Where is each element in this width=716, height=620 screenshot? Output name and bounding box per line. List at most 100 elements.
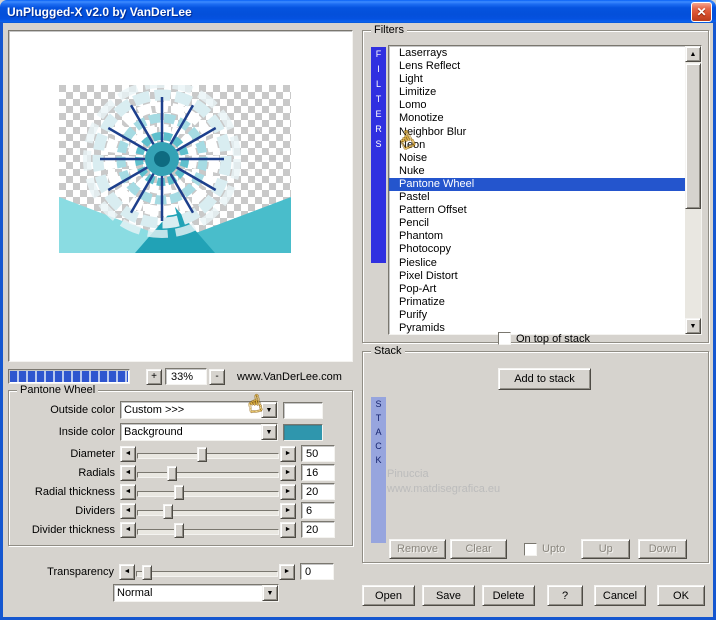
slider-thumb[interactable] bbox=[173, 484, 184, 500]
slider-thumb[interactable] bbox=[173, 522, 184, 538]
slider-inc-button[interactable]: ► bbox=[280, 521, 296, 538]
slider-label: Diameter bbox=[70, 447, 115, 460]
down-button[interactable]: Down bbox=[638, 539, 688, 559]
slider-value[interactable]: 20 bbox=[301, 483, 335, 500]
list-item[interactable]: Noise bbox=[389, 152, 685, 165]
list-item[interactable]: Light bbox=[389, 73, 685, 86]
window-border-left bbox=[0, 22, 3, 620]
slider-track[interactable] bbox=[137, 522, 279, 538]
list-item[interactable]: Photocopy bbox=[389, 243, 685, 256]
add-to-stack-button[interactable]: Add to stack bbox=[498, 368, 591, 390]
slider-value[interactable]: 20 bbox=[301, 521, 335, 538]
slider-value[interactable]: 16 bbox=[301, 464, 335, 481]
list-item[interactable]: Lomo bbox=[389, 99, 685, 112]
list-item[interactable]: Pastel bbox=[389, 191, 685, 204]
list-item[interactable]: Purify bbox=[389, 309, 685, 322]
slider-inc-button[interactable]: ► bbox=[280, 502, 296, 519]
slider-row: Divider thickness ◄ ► 20 bbox=[9, 520, 352, 539]
watermark-text: Pinuccia www.matdisegrafica.eu bbox=[387, 468, 501, 495]
blend-mode-dropdown[interactable]: Normal ▼ bbox=[113, 584, 279, 602]
filters-scrollbar[interactable]: ▲ ▼ bbox=[685, 46, 701, 334]
list-item[interactable]: Nuke bbox=[389, 165, 685, 178]
slider-inc-button[interactable]: ► bbox=[280, 445, 296, 462]
outside-color-value: Custom >>> bbox=[124, 404, 185, 416]
on-top-of-stack-label: On top of stack bbox=[516, 332, 590, 345]
zoom-in-button[interactable]: + bbox=[146, 368, 162, 385]
save-button[interactable]: Save bbox=[422, 585, 475, 606]
slider-track[interactable] bbox=[137, 484, 279, 500]
slider-thumb[interactable] bbox=[166, 465, 177, 481]
list-item[interactable]: Pattern Offset bbox=[389, 204, 685, 217]
filters-group-title: Filters bbox=[371, 24, 407, 36]
slider-thumb[interactable] bbox=[196, 446, 207, 462]
inside-color-label: Inside color bbox=[58, 426, 115, 438]
remove-button[interactable]: Remove bbox=[389, 539, 446, 559]
slider-track[interactable] bbox=[137, 465, 279, 481]
chevron-down-icon[interactable]: ▼ bbox=[261, 424, 277, 440]
upto-checkbox[interactable]: Upto bbox=[524, 542, 566, 556]
slider-row: Radials ◄ ► 16 bbox=[9, 463, 352, 482]
slider-dec-button[interactable]: ◄ bbox=[120, 464, 136, 481]
cancel-button[interactable]: Cancel bbox=[594, 585, 646, 606]
pantone-wheel-group: Pantone Wheel Outside color Custom >>> ▼… bbox=[8, 384, 353, 546]
transparency-track[interactable] bbox=[136, 564, 278, 580]
filters-listbox[interactable]: Laserrays Lens Reflect Light Limitize Lomo Mo… bbox=[388, 45, 702, 335]
slider-value[interactable]: 6 bbox=[301, 502, 335, 519]
checkbox-box[interactable] bbox=[524, 542, 537, 556]
inside-color-dropdown[interactable]: Background ▼ bbox=[120, 423, 278, 441]
list-item[interactable]: Monotize bbox=[389, 112, 685, 125]
on-top-of-stack-checkbox[interactable]: On top of stack bbox=[498, 332, 590, 345]
slider-label: Radials bbox=[78, 466, 115, 479]
slider-dec-button[interactable]: ◄ bbox=[120, 445, 136, 462]
open-button[interactable]: Open bbox=[362, 585, 415, 606]
zoom-out-button[interactable]: - bbox=[209, 368, 225, 385]
up-button[interactable]: Up bbox=[581, 539, 631, 559]
slider-dec-button[interactable]: ◄ bbox=[120, 502, 136, 519]
list-item[interactable]: Pencil bbox=[389, 217, 685, 230]
slider-dec-button[interactable]: ◄ bbox=[119, 563, 135, 580]
scroll-up-icon[interactable]: ▲ bbox=[685, 46, 701, 62]
list-item[interactable]: Phantom bbox=[389, 230, 685, 243]
slider-thumb[interactable] bbox=[141, 564, 152, 580]
scrollbar-thumb[interactable] bbox=[685, 63, 701, 209]
inside-color-value: Background bbox=[124, 426, 183, 438]
slider-dec-button[interactable]: ◄ bbox=[120, 521, 136, 538]
progress-bar bbox=[8, 369, 130, 384]
preview-panel[interactable] bbox=[8, 30, 353, 362]
zoom-level-field[interactable]: 33% bbox=[165, 368, 207, 385]
slider-label: Dividers bbox=[75, 504, 115, 517]
slider-inc-button[interactable]: ► bbox=[280, 483, 296, 500]
outside-color-swatch[interactable] bbox=[283, 401, 323, 419]
slider-track[interactable] bbox=[137, 446, 279, 462]
slider-value[interactable]: 50 bbox=[301, 445, 335, 462]
slider-thumb[interactable] bbox=[162, 503, 173, 519]
list-item[interactable]: Lens Reflect bbox=[389, 60, 685, 73]
titlebar[interactable]: UnPlugged-X v2.0 by VanDerLee ✕ bbox=[0, 0, 716, 23]
list-item[interactable]: Pixel Distort bbox=[389, 270, 685, 283]
transparency-value[interactable]: 0 bbox=[300, 563, 334, 580]
upto-label: Upto bbox=[542, 543, 566, 555]
chevron-down-icon[interactable]: ▼ bbox=[262, 585, 278, 601]
list-item[interactable]: Primatize bbox=[389, 296, 685, 309]
help-button[interactable]: ? bbox=[547, 585, 583, 606]
scroll-down-icon[interactable]: ▼ bbox=[685, 318, 701, 334]
slider-track[interactable] bbox=[137, 503, 279, 519]
list-item[interactable]: Limitize bbox=[389, 86, 685, 99]
slider-inc-button[interactable]: ► bbox=[279, 563, 295, 580]
list-item[interactable]: Neon bbox=[389, 139, 685, 152]
delete-button[interactable]: Delete bbox=[482, 585, 535, 606]
list-item[interactable]: Pantone Wheel bbox=[389, 177, 685, 192]
close-button[interactable]: ✕ bbox=[691, 1, 712, 22]
inside-color-swatch[interactable] bbox=[283, 423, 323, 441]
list-item[interactable]: Pop-Art bbox=[389, 283, 685, 296]
checkbox-box[interactable] bbox=[498, 332, 511, 345]
list-item[interactable]: Laserrays bbox=[389, 47, 685, 60]
slider-inc-button[interactable]: ► bbox=[280, 464, 296, 481]
list-item[interactable]: Neighbor Blur bbox=[389, 126, 685, 139]
stack-group: Stack Add to stack STACK Pinuccia www.ma… bbox=[362, 345, 709, 563]
list-item[interactable]: Pieslice bbox=[389, 257, 685, 270]
filters-vertical-label: FILTERS bbox=[371, 47, 386, 263]
ok-button[interactable]: OK bbox=[657, 585, 705, 606]
slider-dec-button[interactable]: ◄ bbox=[120, 483, 136, 500]
clear-button[interactable]: Clear bbox=[450, 539, 507, 559]
